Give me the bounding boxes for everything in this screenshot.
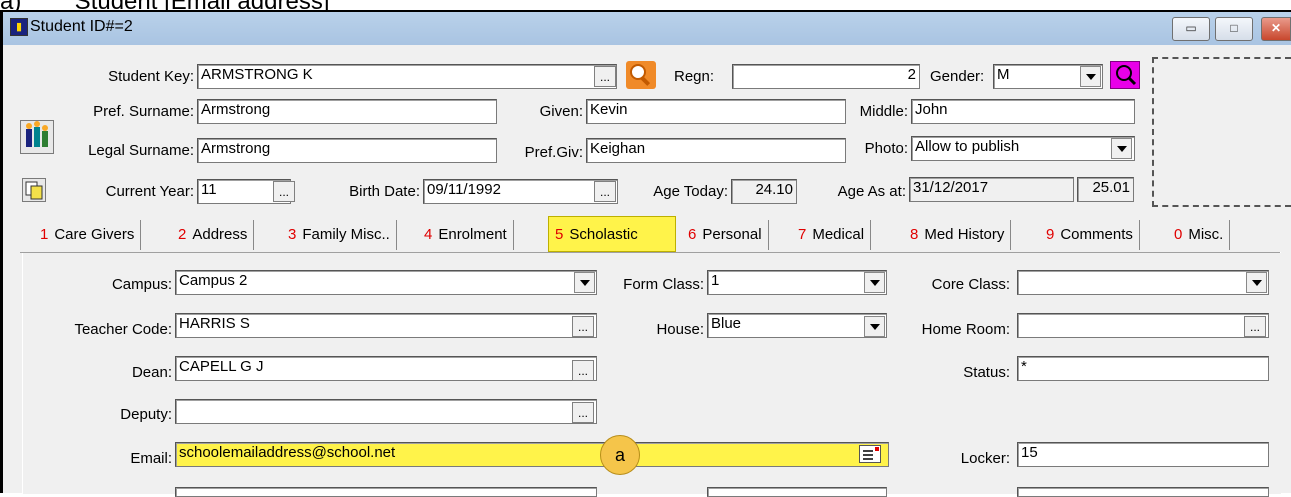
tab-scholastic[interactable]: 5 Scholastic bbox=[548, 216, 676, 252]
email-compose-icon[interactable] bbox=[859, 445, 881, 463]
locker-field[interactable]: 15 bbox=[1017, 442, 1269, 467]
tab-enrolment[interactable]: 4 Enrolment bbox=[418, 220, 514, 250]
age-today-value: 24.10 bbox=[731, 179, 797, 204]
form-class-dropdown-arrow[interactable] bbox=[864, 272, 885, 293]
pref-giv-label: Pref.Giv: bbox=[524, 144, 583, 161]
tab-comments[interactable]: 9 Comments bbox=[1040, 220, 1140, 250]
next-row-middle-field[interactable] bbox=[707, 487, 887, 497]
house-label: House: bbox=[656, 321, 704, 338]
teacher-code-browse-button[interactable]: ... bbox=[572, 316, 594, 337]
tab-misc[interactable]: 0 Misc. bbox=[1168, 220, 1231, 250]
photo-select[interactable]: Allow to publish bbox=[911, 136, 1135, 161]
teacher-code-label: Teacher Code: bbox=[74, 321, 172, 338]
birth-date-browse-button[interactable]: ... bbox=[594, 181, 616, 202]
deputy-label: Deputy: bbox=[120, 406, 172, 423]
family-icon[interactable] bbox=[20, 120, 54, 154]
regn-label: Regn: bbox=[674, 68, 715, 85]
student-key-field[interactable]: ARMSTRONG K bbox=[197, 64, 617, 89]
photo-label: Photo: bbox=[864, 140, 908, 157]
gender-dropdown-arrow[interactable] bbox=[1080, 66, 1101, 87]
home-room-label: Home Room: bbox=[921, 321, 1010, 338]
core-class-dropdown-arrow[interactable] bbox=[1246, 272, 1267, 293]
campus-select[interactable]: Campus 2 bbox=[175, 270, 597, 295]
house-select[interactable]: Blue bbox=[707, 313, 887, 338]
magnifier-icon[interactable] bbox=[1110, 61, 1140, 89]
pref-surname-field[interactable]: Armstrong bbox=[197, 99, 497, 124]
photo-dropdown-arrow[interactable] bbox=[1111, 138, 1132, 159]
tab-address[interactable]: 2 Address bbox=[172, 220, 255, 250]
middle-label: Middle: bbox=[859, 103, 908, 120]
dean-label: Dean: bbox=[131, 364, 172, 381]
dean-browse-button[interactable]: ... bbox=[572, 360, 594, 381]
maximize-button[interactable]: □ bbox=[1215, 17, 1253, 41]
form-class-select[interactable]: 1 bbox=[707, 270, 887, 295]
home-room-browse-button[interactable]: ... bbox=[1244, 316, 1266, 337]
given-label: Given: bbox=[539, 103, 583, 120]
core-class-select[interactable] bbox=[1017, 270, 1269, 295]
student-key-browse-button[interactable]: ... bbox=[594, 66, 616, 87]
locker-label: Locker: bbox=[960, 450, 1010, 467]
home-room-field[interactable] bbox=[1017, 313, 1269, 338]
birth-date-field[interactable]: 09/11/1992 bbox=[423, 179, 618, 204]
status-field[interactable]: * bbox=[1017, 356, 1269, 381]
deputy-field[interactable] bbox=[175, 399, 597, 424]
search-person-icon[interactable] bbox=[626, 61, 656, 89]
tab-med-history[interactable]: 8 Med History bbox=[904, 220, 1012, 250]
student-key-label: Student Key: bbox=[108, 68, 194, 85]
house-dropdown-arrow[interactable] bbox=[864, 316, 885, 337]
close-button[interactable]: ✕ bbox=[1261, 17, 1291, 41]
email-field[interactable]: schoolemailaddress@school.net bbox=[175, 442, 889, 467]
pref-giv-field[interactable]: Keighan bbox=[586, 138, 846, 163]
window-title: Student ID#=2 bbox=[30, 18, 133, 35]
campus-label: Campus: bbox=[111, 276, 172, 293]
photo-placeholder[interactable] bbox=[1152, 57, 1291, 207]
age-as-at-value: 25.01 bbox=[1077, 177, 1134, 202]
legal-surname-label: Legal Surname: bbox=[88, 142, 194, 159]
legal-surname-field[interactable]: Armstrong bbox=[197, 138, 497, 163]
copy-icon[interactable] bbox=[22, 178, 46, 202]
form-class-label: Form Class: bbox=[623, 276, 704, 293]
title-bar bbox=[3, 12, 1291, 45]
age-as-at-label: Age As at: bbox=[837, 183, 906, 200]
pref-surname-label: Pref. Surname: bbox=[93, 103, 194, 120]
tab-separator bbox=[20, 252, 1280, 253]
next-row-field[interactable] bbox=[175, 487, 597, 497]
current-year-label: Current Year: bbox=[105, 183, 194, 200]
birth-date-label: Birth Date: bbox=[349, 183, 420, 200]
age-as-at-date-field[interactable]: 31/12/2017 bbox=[909, 177, 1074, 202]
core-class-label: Core Class: bbox=[931, 276, 1010, 293]
app-icon: ▮ bbox=[10, 18, 28, 36]
current-year-browse-button[interactable]: ... bbox=[273, 181, 295, 202]
tab-family-misc[interactable]: 3 Family Misc.. bbox=[282, 220, 397, 250]
regn-field[interactable]: 2 bbox=[732, 64, 920, 89]
tab-care-givers[interactable]: 1 Care Givers bbox=[34, 220, 142, 250]
callout-a-badge: a bbox=[600, 435, 640, 475]
campus-dropdown-arrow[interactable] bbox=[574, 272, 595, 293]
age-today-label: Age Today: bbox=[653, 183, 728, 200]
dean-field[interactable]: CAPELL G J bbox=[175, 356, 597, 381]
given-field[interactable]: Kevin bbox=[586, 99, 846, 124]
minimize-button[interactable]: ▭ bbox=[1172, 17, 1210, 41]
middle-field[interactable]: John bbox=[911, 99, 1135, 124]
gender-label: Gender: bbox=[930, 68, 985, 85]
email-label: Email: bbox=[130, 450, 172, 467]
status-label: Status: bbox=[963, 364, 1010, 381]
teacher-code-field[interactable]: HARRIS S bbox=[175, 313, 597, 338]
tab-medical[interactable]: 7 Medical bbox=[792, 220, 872, 250]
deputy-browse-button[interactable]: ... bbox=[572, 402, 594, 423]
tab-personal[interactable]: 6 Personal bbox=[682, 220, 769, 250]
next-row-right-field[interactable] bbox=[1017, 487, 1269, 497]
